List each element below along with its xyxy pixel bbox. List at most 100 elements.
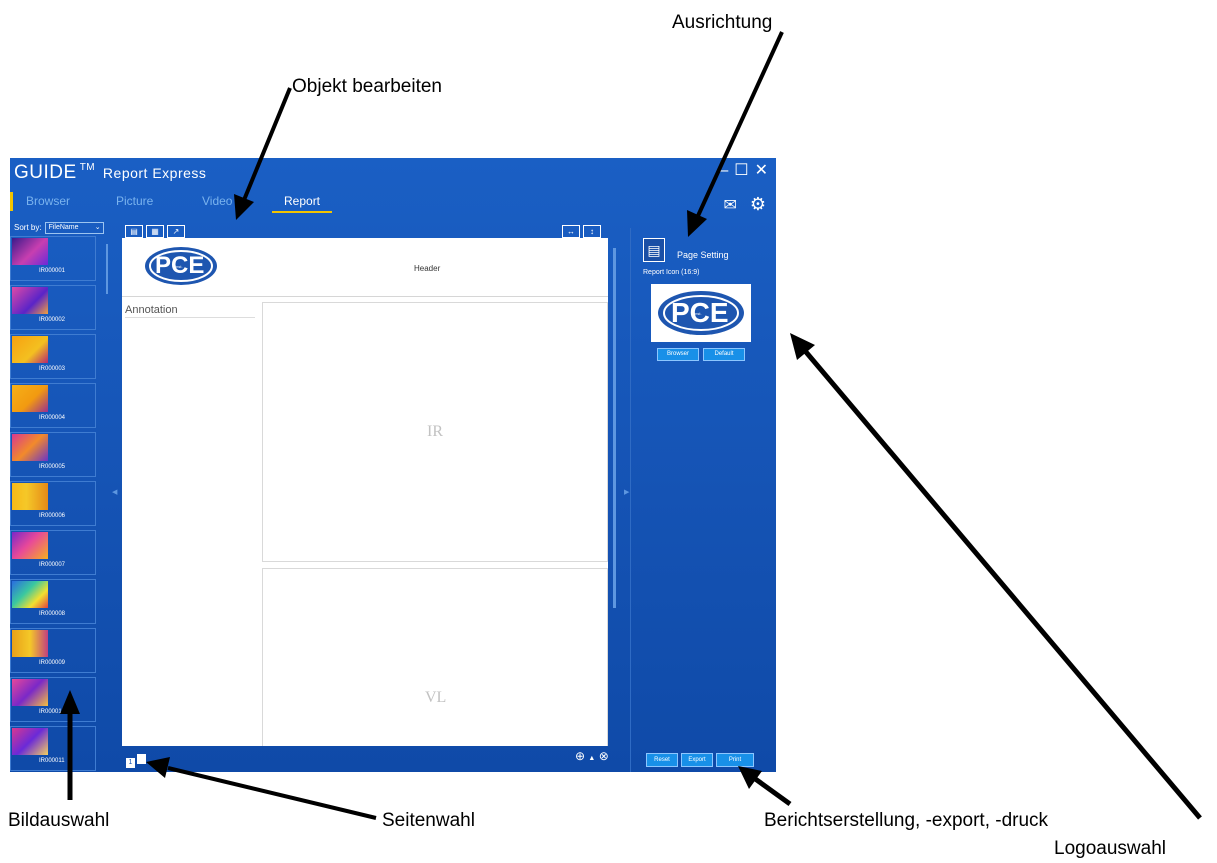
page-setting-panel: ▤ Page Setting Report Icon (16:9) PCE In…	[630, 228, 776, 772]
thumbnail-item[interactable]: IR000005	[10, 432, 96, 477]
ir-label: IR	[427, 423, 443, 440]
report-icon-preview: PCE Inst.	[651, 284, 751, 342]
mail-icon[interactable]: ✉	[723, 197, 736, 214]
report-page: PCE Inst. Header Annotation IR VL	[122, 238, 608, 746]
thermal-thumbnail-image	[12, 679, 48, 706]
collapse-left-icon[interactable]: ◀	[112, 488, 117, 496]
tab-browser[interactable]: Browser	[26, 194, 70, 208]
thumbnail-item[interactable]: IR000009	[10, 628, 96, 673]
export-button[interactable]: Export	[681, 753, 713, 767]
thumbnail-scrollbar[interactable]	[106, 244, 108, 294]
thermal-thumbnail-image	[12, 385, 48, 412]
trademark: TM	[79, 162, 96, 173]
sort-by: Sort by: FileName ⌄	[14, 222, 104, 234]
callout-seitenwahl: Seitenwahl	[382, 810, 475, 831]
app-window: GUIDE TM Report Express – ☐ ✕ Browser Pictu…	[10, 158, 776, 772]
callout-bericht: Berichtserstellung, -export, -druck	[764, 810, 1049, 831]
sort-select[interactable]: FileName ⌄	[44, 222, 104, 234]
thumbnail-label: IR000002	[39, 317, 66, 323]
header-icons: ✉ ⚙	[723, 194, 766, 215]
object-edit-toolbar: ▤ ▦ ↗	[125, 221, 188, 239]
thumbnail-item[interactable]: IR000003	[10, 334, 96, 379]
report-scrollbar[interactable]	[613, 248, 616, 608]
thumbnail-label: IR000011	[39, 758, 65, 764]
callout-bildauswahl: Bildauswahl	[8, 810, 110, 831]
reset-button[interactable]: Reset	[646, 753, 678, 767]
thermal-thumbnail-image	[12, 336, 48, 363]
tab-report-underline	[272, 211, 332, 213]
page-selector: 1	[126, 751, 148, 769]
sort-label: Sort by:	[14, 223, 42, 233]
thermal-thumbnail-image	[12, 630, 48, 657]
callout-ausrichtung: Ausrichtung	[672, 12, 773, 33]
tab-video[interactable]: Video	[202, 194, 232, 208]
thumbnail-label: IR000009	[39, 660, 66, 666]
thermal-thumbnail-image	[12, 483, 48, 510]
orientation-toolbar: ↔ ↕	[562, 221, 604, 239]
thumbnail-label: IR000006	[39, 513, 66, 519]
page-1-button[interactable]: 1	[126, 758, 135, 768]
thumbnail-label: IR000010	[39, 709, 66, 715]
report-header[interactable]: PCE Inst. Header	[122, 238, 608, 297]
thumbnail-item[interactable]: IR000007	[10, 530, 96, 575]
logo-default-button[interactable]: Default	[703, 348, 745, 361]
arrow-tool-icon[interactable]: ↗	[167, 225, 185, 238]
thermal-thumbnail-image	[12, 581, 48, 608]
annotation-label[interactable]: Annotation	[125, 304, 255, 318]
add-page-button[interactable]	[137, 754, 146, 764]
header-text: Header	[414, 264, 441, 273]
chevron-down-icon: ⌄	[94, 224, 101, 231]
thumbnail-item[interactable]: IR000008	[10, 579, 96, 624]
minimize-icon[interactable]: –	[719, 162, 728, 179]
thumbnail-item[interactable]: IR000010	[10, 677, 96, 722]
collapse-right-icon[interactable]: ▶	[624, 488, 629, 496]
report-icon-label: Report Icon (16:9)	[643, 269, 700, 276]
thumbnail-list: IR000001 IR000002 IR000003 IR000004 IR00…	[10, 236, 96, 772]
zoom-controls: ⊕ ▲ ⊗	[575, 749, 609, 763]
tab-picture[interactable]: Picture	[116, 194, 153, 208]
triangle-up-icon[interactable]: ▲	[588, 755, 595, 762]
thumbnail-item[interactable]: IR000001	[10, 236, 96, 281]
thermal-thumbnail-image	[12, 532, 48, 559]
thumbnail-item[interactable]: IR000006	[10, 481, 96, 526]
thumbnail-label: IR000008	[39, 611, 66, 617]
callout-logoauswahl: Logoauswahl	[1054, 838, 1166, 859]
portrait-icon[interactable]: ↕	[583, 225, 601, 238]
thermal-thumbnail-image	[12, 238, 48, 265]
brand-name: GUIDE	[14, 162, 77, 183]
gear-icon[interactable]: ⚙	[750, 194, 766, 214]
zoom-out-icon[interactable]: ⊗	[599, 749, 609, 763]
vl-label: VL	[425, 689, 447, 706]
text-box-icon[interactable]: ▤	[125, 225, 143, 238]
arrow-logoauswahl	[790, 333, 1202, 820]
table-icon[interactable]: ▦	[146, 225, 164, 238]
close-icon[interactable]: ✕	[755, 162, 768, 179]
thumbnail-item[interactable]: IR000002	[10, 285, 96, 330]
landscape-icon[interactable]: ↔	[562, 225, 580, 238]
logo-browser-button[interactable]: Browser	[657, 348, 699, 361]
thermal-thumbnail-image	[12, 434, 48, 461]
page-setting-title: Page Setting	[677, 250, 729, 260]
thumbnail-label: IR000003	[39, 366, 66, 372]
print-button[interactable]: Print	[716, 753, 754, 767]
tab-report[interactable]: Report	[284, 194, 320, 208]
pce-logo: PCE Inst.	[657, 290, 745, 341]
thumbnail-label: IR000004	[39, 415, 66, 421]
maximize-icon[interactable]: ☐	[734, 162, 748, 179]
thumbnail-item[interactable]: IR000004	[10, 383, 96, 428]
thumbnail-label: IR000001	[39, 268, 66, 274]
app-subtitle: Report Express	[102, 165, 207, 181]
sort-value: FileName	[48, 224, 79, 231]
zoom-in-icon[interactable]: ⊕	[575, 749, 585, 763]
thumbnail-item[interactable]: IR000011	[10, 726, 96, 771]
thumbnail-label: IR000007	[39, 562, 66, 568]
page-setting-icon[interactable]: ▤	[643, 238, 665, 262]
ir-image-box[interactable]: IR	[262, 302, 608, 562]
app-title: GUIDE TM Report Express	[14, 162, 206, 184]
thumbnail-label: IR000005	[39, 464, 66, 470]
logo-small-text: Inst.	[175, 264, 183, 269]
thermal-thumbnail-image	[12, 287, 48, 314]
vl-image-box[interactable]: VL	[262, 568, 608, 746]
thermal-thumbnail-image	[12, 728, 48, 755]
report-actions: Reset Export Print	[646, 748, 757, 767]
